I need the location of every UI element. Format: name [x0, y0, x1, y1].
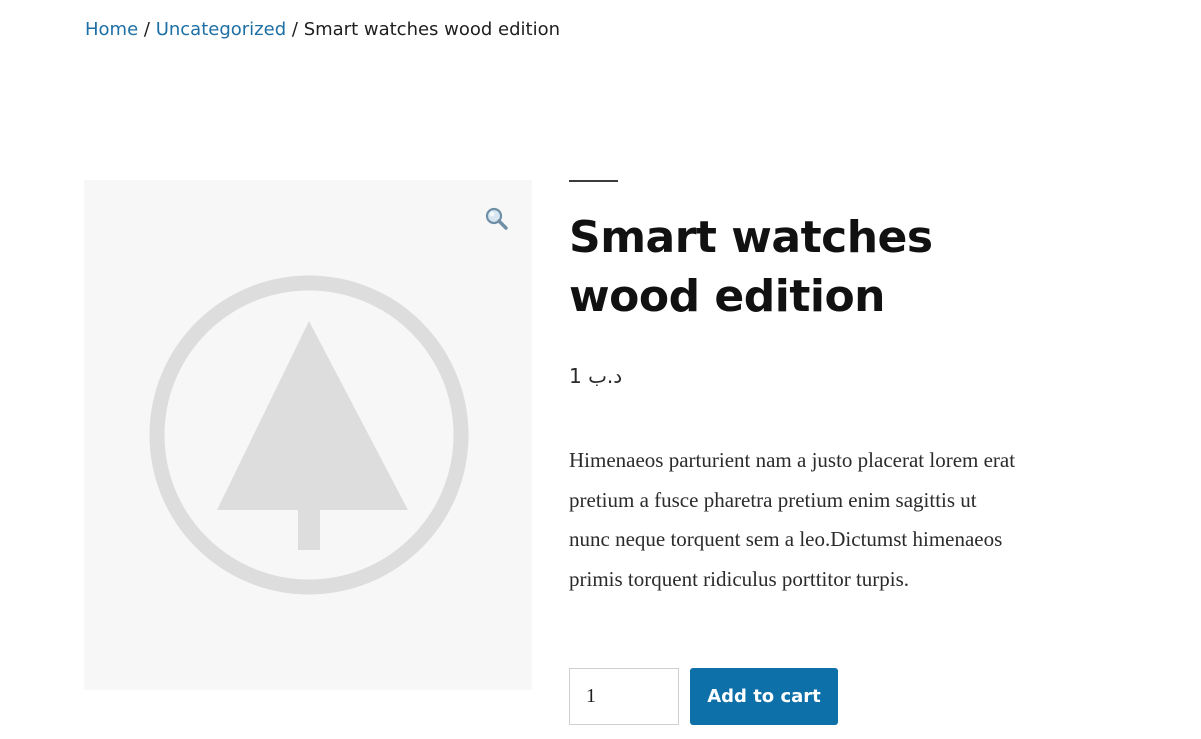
breadcrumb-separator: /	[143, 19, 150, 40]
title-divider	[569, 180, 618, 182]
breadcrumb: Home / Uncategorized / Smart watches woo…	[85, 18, 560, 42]
product-title: Smart watches wood edition	[569, 212, 933, 322]
product-gallery	[84, 180, 532, 690]
breadcrumb-separator: /	[291, 19, 298, 40]
quantity-input[interactable]	[569, 668, 679, 725]
breadcrumb-home-link[interactable]: Home	[85, 19, 138, 40]
magnifier-icon[interactable]	[484, 206, 510, 232]
breadcrumb-category-link[interactable]: Uncategorized	[156, 19, 286, 40]
tree-placeholder-icon	[149, 275, 469, 595]
product-price: د.ب 1	[569, 364, 623, 388]
add-to-cart-button[interactable]: Add to cart	[690, 668, 838, 725]
breadcrumb-current: Smart watches wood edition	[303, 19, 561, 40]
product-description: Himenaeos parturient nam a justo placera…	[569, 448, 1016, 591]
product-summary: Smart watches wood edition د.ب 1 Himenae…	[569, 180, 1029, 599]
